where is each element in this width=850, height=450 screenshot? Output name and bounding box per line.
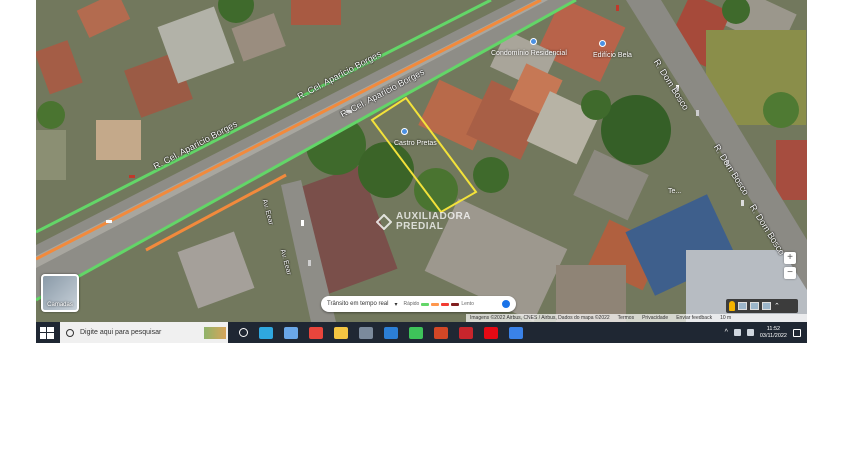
- traffic-toggle[interactable]: [502, 300, 510, 308]
- poi-label-2[interactable]: Castro Pretas: [394, 140, 437, 147]
- search-highlight-art: [204, 326, 226, 339]
- layers-label: Camadas: [47, 302, 73, 308]
- watermark-logo-icon: [376, 214, 392, 230]
- poi-pin-icon[interactable]: [401, 128, 408, 135]
- traffic-dropdown-icon[interactable]: ▾: [394, 301, 397, 308]
- traffic-swatch: [421, 302, 430, 306]
- attribution-imagery: Imagens ©2022 Airbus, CNES / Airbus, Dad…: [470, 315, 610, 321]
- clock-time: 11:52: [766, 325, 781, 332]
- screenshot: R. Cel. Aparício Borges R. Cel. Aparício…: [36, 0, 807, 343]
- clock-date: 03/11/2022: [759, 332, 787, 339]
- notification-icon[interactable]: [793, 328, 801, 337]
- attribution-privacy-link[interactable]: Privacidade: [642, 314, 668, 322]
- powerpoint-icon[interactable]: [434, 326, 448, 339]
- search-icon: [66, 328, 74, 337]
- edge-icon[interactable]: [259, 326, 273, 339]
- street-view-controls: ⌃: [726, 299, 798, 313]
- store-icon[interactable]: [284, 326, 298, 339]
- satellite-map[interactable]: R. Cel. Aparício Borges R. Cel. Aparício…: [36, 0, 807, 322]
- map-scale[interactable]: 10 m: [720, 314, 731, 322]
- file-explorer-icon[interactable]: [334, 326, 348, 339]
- traffic-fast-label: Rápido: [403, 301, 420, 307]
- chrome-icon[interactable]: [309, 326, 323, 339]
- imagery-thumbnail-icon[interactable]: [750, 302, 759, 310]
- tray-chevron-icon[interactable]: ^: [725, 329, 728, 336]
- imagery-thumbnail-icon[interactable]: [738, 302, 747, 310]
- search-placeholder: Digite aqui para pesquisar: [80, 329, 162, 336]
- poi-pin-icon[interactable]: [530, 38, 537, 45]
- layers-button[interactable]: Camadas: [41, 274, 79, 312]
- zoom-controls: + −: [784, 252, 796, 279]
- zoom-out-button[interactable]: −: [784, 267, 796, 279]
- traffic-slow-label: Lento: [461, 301, 474, 307]
- photos-icon[interactable]: [384, 326, 398, 339]
- taskbar-clock[interactable]: 11:52 03/11/2022: [760, 326, 787, 340]
- expand-icon[interactable]: ⌃: [774, 302, 780, 310]
- traffic-label: Trânsito em tempo real: [327, 301, 389, 307]
- traffic-swatch: [451, 302, 460, 306]
- netflix-icon[interactable]: [484, 326, 498, 339]
- pegman-icon[interactable]: [729, 301, 735, 311]
- network-icon[interactable]: [733, 329, 741, 336]
- chrome-alt-icon[interactable]: [509, 326, 523, 339]
- poi-label-4[interactable]: Te...: [668, 188, 681, 195]
- media-icon[interactable]: [359, 326, 373, 339]
- zoom-in-button[interactable]: +: [784, 252, 796, 264]
- acrobat-icon[interactable]: [459, 326, 473, 339]
- traffic-swatch: [441, 302, 450, 306]
- map-attribution: Imagens ©2022 Airbus, CNES / Airbus, Dad…: [466, 314, 807, 322]
- attribution-feedback-link[interactable]: Enviar feedback: [676, 314, 712, 322]
- taskbar-search-box[interactable]: Digite aqui para pesquisar: [60, 322, 228, 343]
- traffic-legend[interactable]: Trânsito em tempo real ▾ Rápido Lento: [321, 296, 516, 312]
- poi-pin-icon[interactable]: [599, 40, 606, 47]
- traffic-swatch: [431, 302, 440, 306]
- watermark-line-2: PREDIAL: [396, 221, 444, 232]
- imagery-thumbnail-icon[interactable]: [762, 302, 771, 310]
- windows-start-icon[interactable]: [40, 326, 54, 339]
- windows-taskbar: Digite aqui para pesquisar ^ 11:52 03/11…: [36, 322, 807, 343]
- system-tray: ^ 11:52 03/11/2022: [725, 326, 807, 340]
- poi-label-1[interactable]: Condomínio Residencial: [491, 50, 567, 57]
- whatsapp-icon[interactable]: [409, 326, 423, 339]
- satellite-imagery: [36, 0, 807, 322]
- attribution-terms-link[interactable]: Termos: [618, 314, 634, 322]
- traffic-scale: Rápido Lento: [403, 301, 473, 307]
- watermark: AUXILIADORA PREDIAL: [376, 212, 471, 232]
- poi-label-3[interactable]: Edifício Bela: [593, 52, 632, 59]
- volume-icon[interactable]: [746, 329, 754, 336]
- task-view-icon[interactable]: [239, 328, 248, 337]
